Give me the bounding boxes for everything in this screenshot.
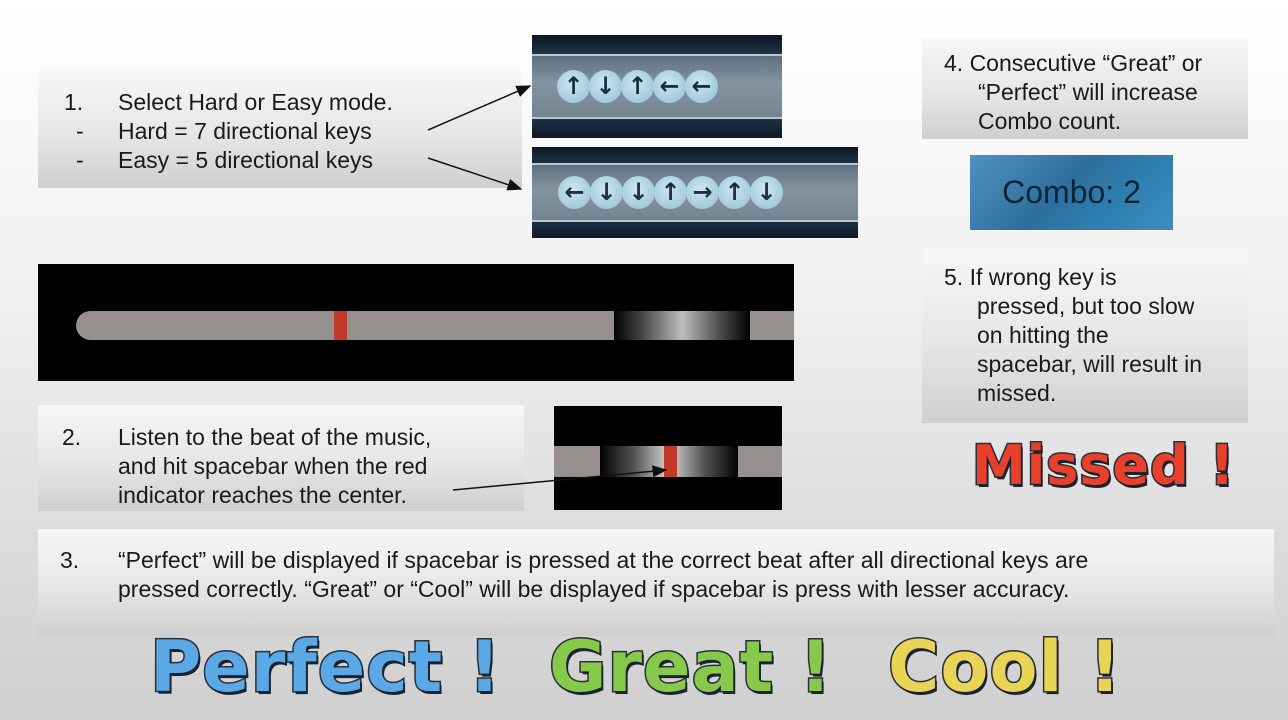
arrow-to-hit-zone [452, 465, 668, 491]
arrow-to-easy-strip [427, 157, 523, 191]
arrow-to-hard-strip [427, 85, 532, 131]
pointer-arrows [427, 85, 668, 491]
